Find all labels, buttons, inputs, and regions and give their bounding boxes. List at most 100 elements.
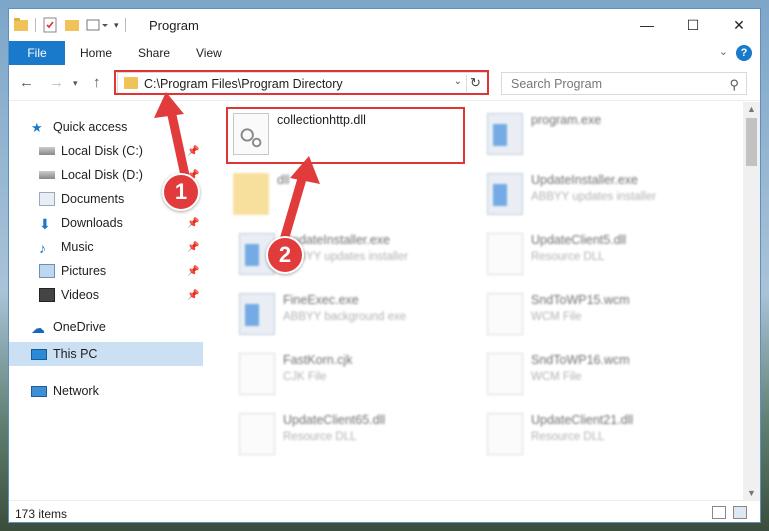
sidebar-item-label: This PC (53, 347, 98, 361)
item-count: 173 items (15, 507, 68, 521)
file-name: UpdateClient5.dll (531, 233, 627, 247)
dll-gear-icon (487, 413, 523, 455)
network-icon (31, 385, 47, 397)
scroll-up-icon[interactable]: ▲ (747, 104, 756, 114)
sidebar-item-local-disk-c[interactable]: Local Disk (C:) (39, 140, 143, 162)
vertical-scrollbar[interactable]: ▲ ▼ (743, 102, 760, 500)
sidebar-item-label: Documents (61, 192, 125, 206)
file-item[interactable]: dll (229, 169, 469, 221)
file-name: FineExec.exe (283, 293, 359, 307)
expand-ribbon-icon[interactable]: ⌄ (719, 45, 728, 58)
document-icon (487, 293, 523, 335)
customize-qat-icon[interactable] (86, 18, 108, 32)
sidebar-item-videos[interactable]: Videos (39, 284, 99, 306)
large-icons-view-icon[interactable] (733, 506, 747, 519)
maximize-button[interactable]: ☐ (670, 9, 716, 41)
up-arrow-icon[interactable]: ↑ (93, 74, 101, 91)
dll-gear-icon (487, 233, 523, 275)
sidebar-item-documents[interactable]: Documents (39, 188, 124, 210)
search-icon[interactable]: ⚲ (729, 77, 739, 93)
file-item[interactable]: program.exe (483, 109, 723, 161)
file-highlight (226, 107, 465, 164)
navigation-pane: ★ Quick access Local Disk (C:) 📌 Local D… (9, 102, 203, 500)
file-type: Resource DLL (283, 431, 357, 443)
tab-view[interactable]: View (196, 46, 222, 60)
step-2-badge: 2 (266, 236, 304, 274)
sidebar-item-network[interactable]: Network (31, 380, 99, 402)
ribbon-tabs: File Home Share View ⌄ ? (9, 41, 760, 65)
sidebar-item-local-disk-d[interactable]: Local Disk (D:) (39, 164, 143, 186)
sidebar-item-label: Quick access (53, 120, 128, 134)
forward-arrow-icon[interactable]: → (49, 74, 64, 91)
file-item[interactable]: SndToWP16.wcm WCM File (483, 349, 723, 401)
file-item[interactable]: FastKorn.cjk CJK File (235, 349, 475, 401)
divider (124, 18, 126, 32)
details-view-icon[interactable] (712, 506, 726, 519)
recent-locations-icon[interactable]: ▾ (73, 78, 78, 89)
minimize-icon: — (640, 17, 654, 33)
scroll-down-icon[interactable]: ▼ (747, 488, 756, 498)
pin-icon: 📌 (187, 146, 200, 157)
drive-icon (39, 147, 55, 155)
close-button[interactable]: ✕ (716, 9, 760, 41)
file-item[interactable]: UpdateClient21.dll Resource DLL (483, 409, 723, 461)
pin-icon: 📌 (187, 290, 200, 301)
file-type: WCM File (531, 371, 582, 383)
minimize-button[interactable]: — (624, 9, 670, 41)
title-bar: ▾ Program — ☐ ✕ (9, 9, 760, 41)
file-item[interactable]: UpdateInstaller.exe ABBYY updates instal… (483, 169, 723, 221)
sidebar-item-label: Local Disk (D:) (61, 168, 143, 182)
computer-icon (31, 348, 47, 360)
file-name: UpdateInstaller.exe (531, 173, 639, 187)
pin-icon: 📌 (187, 242, 200, 253)
window-title: Program (149, 18, 199, 33)
sidebar-item-label: Music (61, 240, 94, 254)
step-1-badge: 1 (162, 173, 200, 211)
file-name: dll (277, 173, 290, 187)
document-icon (239, 353, 275, 395)
properties-icon[interactable] (42, 17, 58, 33)
search-input[interactable]: Search Program ⚲ (501, 72, 747, 95)
back-arrow-icon[interactable]: ← (19, 74, 34, 91)
folder-icon (14, 18, 28, 31)
sidebar-item-this-pc[interactable]: This PC (31, 343, 97, 365)
sidebar-item-label: Downloads (61, 216, 123, 230)
file-name: SndToWP16.wcm (531, 353, 630, 367)
file-name: UpdateClient65.dll (283, 413, 386, 427)
sidebar-item-pictures[interactable]: Pictures (39, 260, 106, 282)
file-item[interactable]: FineExec.exe ABBYY background exe (235, 289, 475, 341)
quick-access-toolbar: ▾ (13, 15, 126, 35)
sidebar-item-label: Network (53, 384, 99, 398)
file-item[interactable]: UpdateClient65.dll Resource DLL (235, 409, 475, 461)
file-item[interactable]: UpdateClient5.dll Resource DLL (483, 229, 723, 281)
music-icon: ♪ (39, 240, 46, 256)
document-icon (487, 353, 523, 395)
sidebar-item-music[interactable]: ♪ Music (39, 236, 94, 258)
pin-icon: 📌 (187, 266, 200, 277)
documents-icon (39, 192, 55, 206)
new-folder-icon[interactable] (64, 18, 80, 32)
sidebar-item-onedrive[interactable]: ☁ OneDrive (31, 316, 106, 338)
pin-icon: 📌 (187, 218, 200, 229)
address-bar-highlight (114, 70, 489, 95)
file-name: FastKorn.cjk (283, 353, 353, 367)
scrollbar-thumb[interactable] (746, 118, 757, 166)
tab-file[interactable]: File (9, 41, 65, 65)
search-placeholder: Search Program (511, 77, 603, 91)
videos-icon (39, 288, 55, 302)
download-icon: ⬇ (39, 216, 51, 232)
qat-dropdown-icon[interactable]: ▾ (114, 20, 119, 31)
file-type: Resource DLL (531, 251, 605, 263)
dll-gear-icon (239, 413, 275, 455)
pictures-icon (39, 264, 55, 278)
sidebar-item-label: Videos (61, 288, 99, 302)
file-type: ABBYY updates installer (531, 191, 657, 203)
sidebar-item-downloads[interactable]: ⬇ Downloads (39, 212, 123, 234)
tab-home[interactable]: Home (80, 46, 112, 60)
help-button[interactable]: ? (736, 45, 752, 61)
drive-icon (39, 171, 55, 179)
status-bar: 173 items (9, 500, 760, 522)
file-item[interactable]: SndToWP15.wcm WCM File (483, 289, 723, 341)
tab-share[interactable]: Share (138, 46, 170, 60)
sidebar-item-quick-access[interactable]: ★ Quick access (31, 116, 127, 138)
